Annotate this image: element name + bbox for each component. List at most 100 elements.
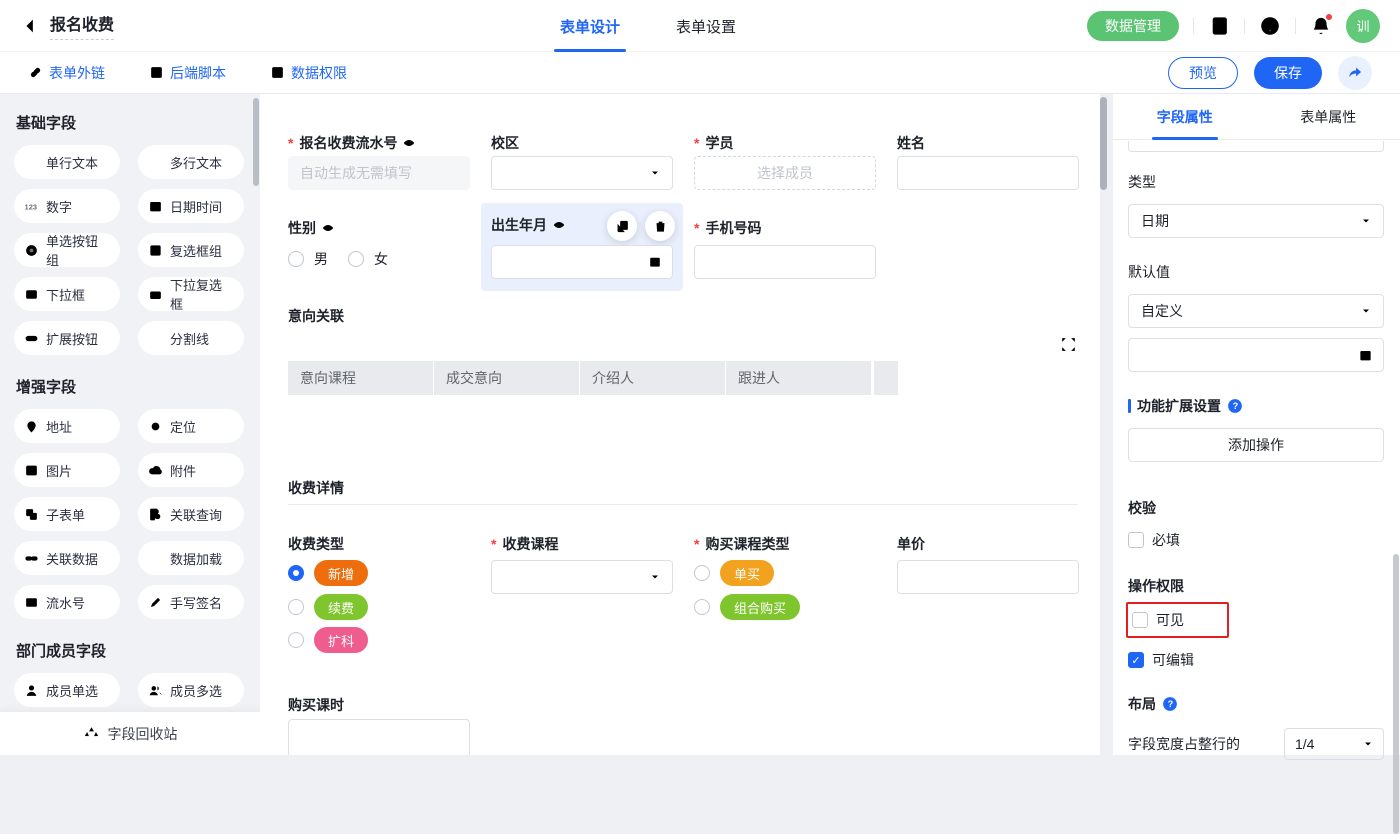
serial-icon [24, 595, 39, 610]
fee-type-option-new[interactable]: 新增 [288, 560, 368, 586]
purchase-option-combo[interactable]: 组合购买 [694, 594, 800, 620]
chevron-down-icon [1361, 737, 1375, 751]
sidebar-item-signature[interactable]: 手写签名 [138, 585, 244, 619]
radio-new[interactable] [288, 565, 304, 581]
sidebar-item-single-line-text[interactable]: 单行文本 [14, 145, 120, 179]
notification-bell-icon[interactable] [1310, 15, 1332, 37]
tab-form-properties[interactable]: 表单属性 [1257, 94, 1400, 139]
class-hours-input[interactable] [288, 719, 470, 755]
sidebar-item-address[interactable]: 地址 [14, 409, 120, 443]
fee-course-select[interactable] [491, 560, 673, 594]
sidebar-item-divider[interactable]: 分割线 [138, 321, 244, 355]
add-action-button[interactable]: 添加操作 [1128, 428, 1384, 462]
sidebar-item-dropdown-multi[interactable]: 下拉复选框 [138, 277, 244, 311]
editable-checkbox[interactable] [1128, 652, 1144, 668]
editable-checkbox-row[interactable]: 可编辑 [1128, 650, 1384, 670]
expand-icon[interactable] [1060, 336, 1077, 353]
trash-icon [653, 219, 668, 234]
visible-checkbox[interactable] [1132, 612, 1148, 628]
data-permission-link[interactable]: 数据权限 [270, 63, 347, 83]
sidebar-scrollbar[interactable] [253, 98, 259, 186]
radio-combo-buy[interactable] [694, 599, 710, 615]
field-width-row: 字段宽度占整行的 1/4 [1128, 728, 1384, 760]
checkbox-icon [148, 243, 163, 258]
header-tabs: 表单设计 表单设置 [560, 0, 736, 52]
field-width-select[interactable]: 1/4 [1284, 728, 1384, 760]
name-input[interactable] [897, 156, 1079, 190]
type-select[interactable]: 日期 [1128, 204, 1384, 238]
canvas-scrollbar[interactable] [1100, 97, 1107, 190]
sidebar-item-extend-button[interactable]: 扩展按钮 [14, 321, 120, 355]
birth-field-selected[interactable]: 出生年月 [481, 203, 683, 291]
default-value-select[interactable]: 自定义 [1128, 294, 1384, 328]
student-member-picker[interactable]: 选择成员 [694, 156, 876, 190]
copy-field-button[interactable] [607, 211, 637, 241]
sidebar-item-member-multi[interactable]: 成员多选 [138, 673, 244, 707]
panel-scrollbar[interactable] [1393, 554, 1399, 834]
save-button[interactable]: 保存 [1254, 57, 1322, 89]
data-manage-button[interactable]: 数据管理 [1087, 11, 1179, 41]
default-date-input[interactable] [1128, 338, 1384, 372]
fee-type-label: 收费类型 [288, 534, 344, 554]
script-icon [149, 65, 164, 80]
help-icon[interactable] [1259, 15, 1281, 37]
tab-field-properties[interactable]: 字段属性 [1113, 94, 1257, 139]
visible-checkbox-row[interactable]: 可见 [1132, 610, 1227, 630]
preview-button[interactable]: 预览 [1168, 57, 1238, 89]
avatar[interactable]: 训 [1346, 9, 1380, 43]
sidebar-item-subform[interactable]: 子表单 [14, 497, 120, 531]
field-name-input-clipped[interactable] [1128, 141, 1384, 152]
serial-input[interactable] [288, 156, 470, 190]
radio-female[interactable] [348, 251, 364, 267]
delete-field-button[interactable] [645, 211, 675, 241]
sidebar-item-location[interactable]: 定位 [138, 409, 244, 443]
sidebar-item-data-load[interactable]: 数据加载 [138, 541, 244, 575]
share-button[interactable] [1338, 56, 1372, 90]
layout-header: 布局 [1128, 694, 1384, 714]
fee-type-option-expand[interactable]: 扩科 [288, 627, 368, 653]
gender-option-female[interactable]: 女 [348, 249, 388, 269]
sidebar-item-serial-number[interactable]: 流水号 [14, 585, 120, 619]
signature-icon [148, 595, 163, 610]
table-header-course: 意向课程 [288, 361, 434, 395]
gender-option-male[interactable]: 男 [288, 249, 328, 269]
field-recycle-bin[interactable]: 字段回收站 [0, 712, 260, 755]
back-icon[interactable] [20, 16, 40, 36]
backend-script-link[interactable]: 后端脚本 [149, 63, 226, 83]
contacts-icon[interactable] [1208, 15, 1230, 37]
phone-input[interactable] [694, 245, 876, 279]
sidebar-item-checkbox-group[interactable]: 复选框组 [138, 233, 244, 267]
help-circle-icon[interactable] [1227, 398, 1243, 414]
purchase-option-single[interactable]: 单买 [694, 560, 774, 586]
sidebar-item-attachment[interactable]: 附件 [138, 453, 244, 487]
tab-form-design[interactable]: 表单设计 [560, 0, 620, 52]
text-icon [24, 155, 39, 170]
sidebar-item-image[interactable]: 图片 [14, 453, 120, 487]
sidebar-item-related-query[interactable]: 关联查询 [138, 497, 244, 531]
radio-single-buy[interactable] [694, 565, 710, 581]
required-checkbox-row[interactable]: 必填 [1128, 530, 1384, 550]
extension-settings-header: 功能扩展设置 [1128, 396, 1384, 416]
sidebar-item-related-data[interactable]: 关联数据 [14, 541, 120, 575]
campus-select[interactable] [491, 156, 673, 190]
sidebar-item-number[interactable]: 数字 [14, 189, 120, 223]
unit-price-input[interactable] [897, 560, 1079, 594]
fee-type-option-renew[interactable]: 续费 [288, 594, 368, 620]
sidebar-item-member-single[interactable]: 成员单选 [14, 673, 120, 707]
help-circle-icon[interactable] [1162, 696, 1178, 712]
button-icon [24, 331, 39, 346]
sidebar-item-dropdown[interactable]: 下拉框 [14, 277, 120, 311]
radio-renew[interactable] [288, 599, 304, 615]
number-icon [24, 199, 39, 214]
sidebar-item-datetime[interactable]: 日期时间 [138, 189, 244, 223]
radio-expand[interactable] [288, 632, 304, 648]
sidebar-item-radio-group[interactable]: 单选按钮组 [14, 233, 120, 267]
chevron-down-icon [1359, 214, 1373, 228]
radio-male[interactable] [288, 251, 304, 267]
query-icon [148, 507, 163, 522]
tab-form-settings[interactable]: 表单设置 [676, 0, 736, 52]
form-external-link[interactable]: 表单外链 [28, 63, 105, 83]
birth-date-input[interactable] [491, 245, 673, 279]
sidebar-item-multi-line-text[interactable]: 多行文本 [138, 145, 244, 179]
required-checkbox[interactable] [1128, 532, 1144, 548]
